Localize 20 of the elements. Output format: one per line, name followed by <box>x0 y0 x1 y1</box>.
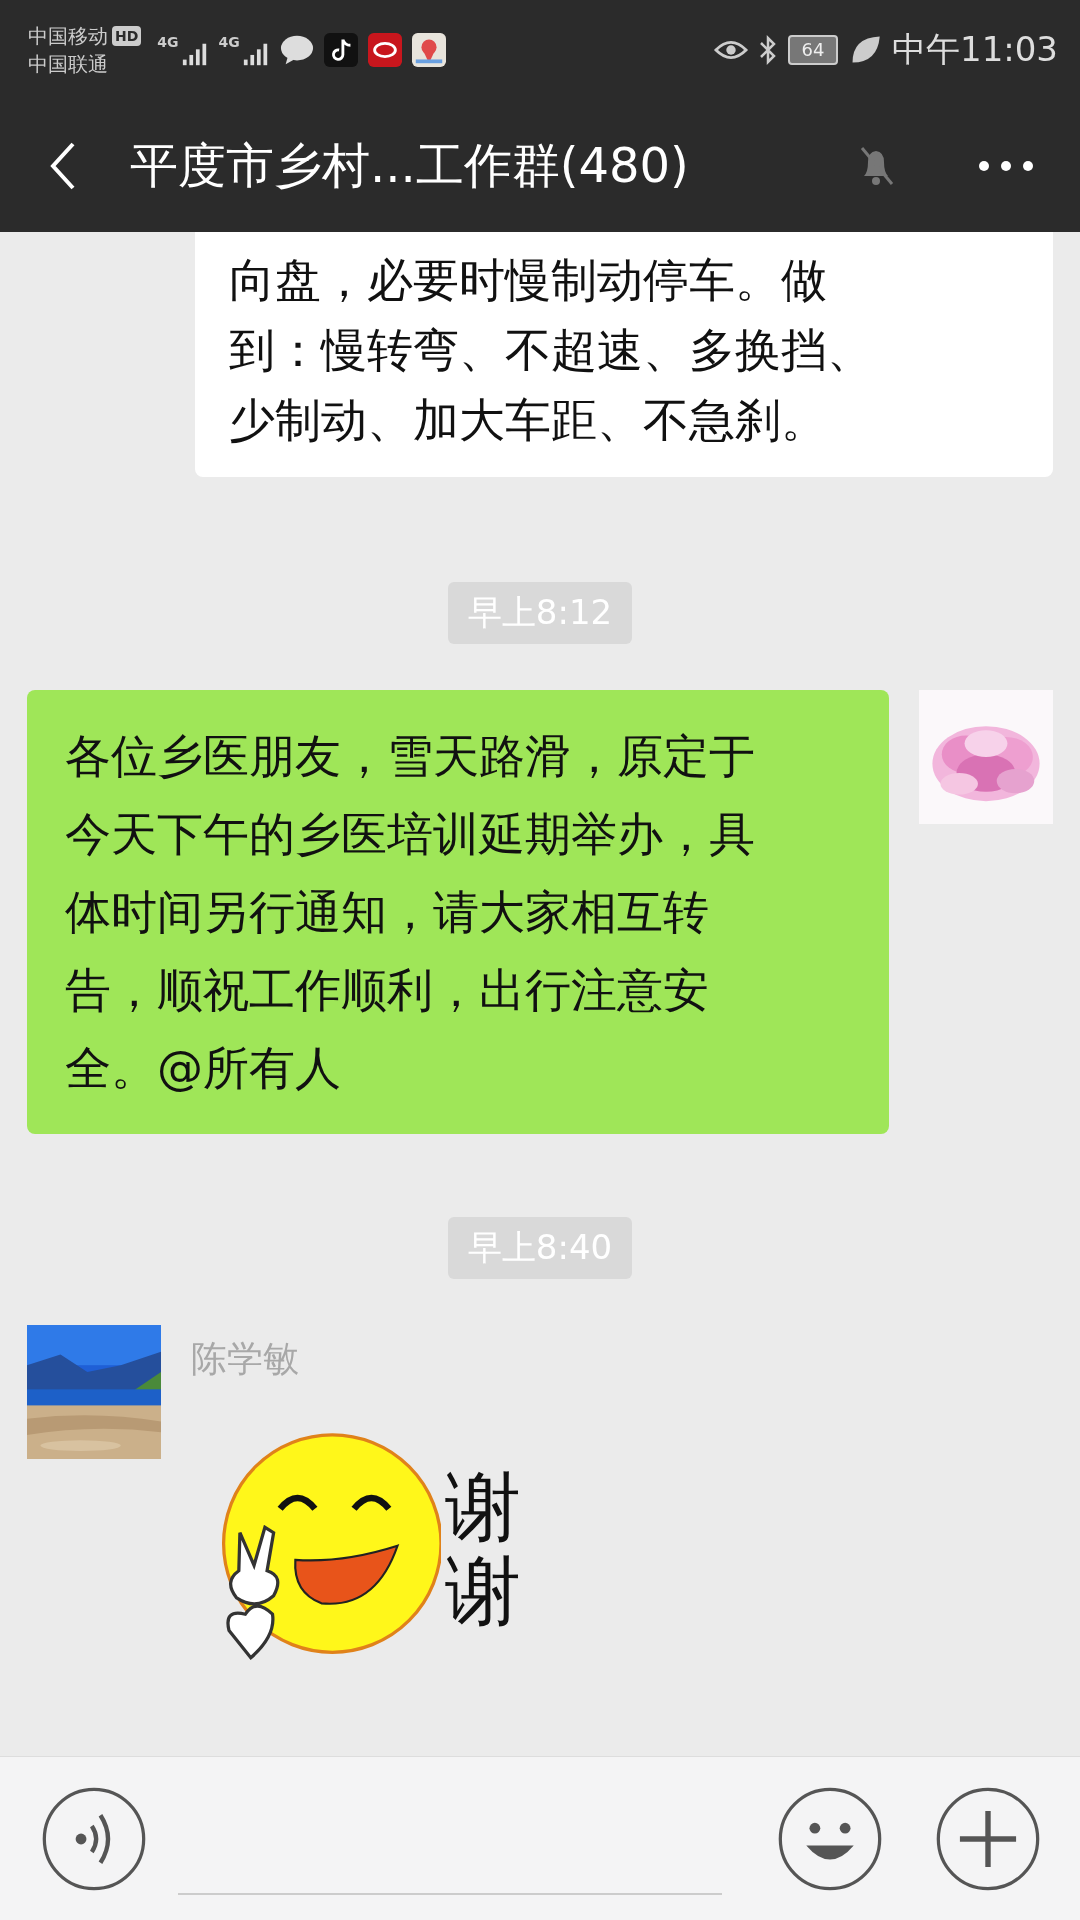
more-icon[interactable] <box>976 160 1036 172</box>
message-bubble: 向盘，必要时慢制动停车。做 到：慢转弯、不超速、多换挡、 少制动、加大车距、不急刹。 <box>195 232 1053 477</box>
sticker-caption: 谢谢 <box>445 1465 521 1633</box>
hd-badge: HD <box>112 26 142 46</box>
chat-bubble-icon <box>279 33 314 67</box>
map-pin-app-icon <box>411 33 446 67</box>
signal-icon <box>180 42 209 66</box>
carrier-name: 中国移动 <box>28 23 108 50</box>
network-label: 4G <box>157 34 179 50</box>
music-note-app-icon <box>323 33 358 67</box>
ring-app-icon <box>367 33 402 67</box>
status-time: 中午11:03 <box>892 28 1058 71</box>
battery-icon: 64 <box>788 35 838 65</box>
message-bubble: 各位乡医朋友，雪天路滑，原定于 今天下午的乡医培训延期举办，具 体时间另行通知，请大家相互转 告，顺祝工作顺利，出行注意安 全。@所有人 <box>27 690 889 1134</box>
bluetooth-icon <box>758 34 778 66</box>
carrier-name: 中国联通 <box>28 51 109 78</box>
chat-title: 平度市乡村...工作群(480) <box>130 136 689 195</box>
signal-icon <box>241 42 270 66</box>
sender-name: 陈学敏 <box>191 1337 300 1381</box>
network-label: 4G <box>218 34 240 50</box>
